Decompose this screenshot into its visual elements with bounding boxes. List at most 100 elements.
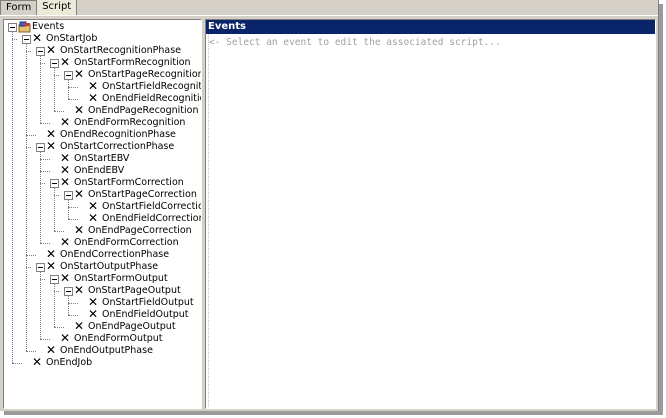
tree-item[interactable]: ✕ OnEndPageOutput [4, 319, 201, 333]
tree-item-label: OnStartRecognitionPhase [60, 45, 182, 56]
tree-item-label: OnStartFormOutput [74, 273, 168, 284]
tree-item[interactable]: ✕ OnEndEBV [4, 164, 201, 177]
collapse-toggle-icon[interactable] [50, 275, 59, 284]
tree-item[interactable]: ✕OnStartFieldRecognition [4, 80, 202, 93]
collapse-toggle-icon[interactable] [36, 47, 45, 56]
collapse-toggle-icon[interactable] [8, 23, 17, 32]
collapse-toggle-icon[interactable] [50, 59, 59, 68]
tree-item[interactable]: ✕ OnStartCorrectionPhase [4, 139, 201, 153]
event-x-icon: ✕ [46, 139, 57, 153]
event-x-icon: ✕ [46, 43, 57, 57]
collapse-toggle-icon[interactable] [64, 191, 73, 200]
event-x-icon: ✕ [60, 331, 71, 345]
event-x-icon: ✕ [60, 55, 71, 69]
tree-item[interactable]: ✕ OnEndFieldCorrection [4, 211, 202, 225]
event-tree-pane[interactable]: Events ✕ OnStartJob ✕ OnStartRecognitionPhas… [3, 19, 202, 409]
event-x-icon: ✕ [46, 259, 57, 273]
tree-item-label: OnEndFieldCorrection [102, 213, 202, 224]
tree-item[interactable]: ✕ OnStartJob [4, 31, 201, 45]
event-x-icon: ✕ [60, 175, 71, 189]
script-editor-window: Form Script Events ✕ OnStartJob ✕ OnStartRec… [0, 0, 659, 411]
tree-item-label: OnEndFormCorrection [74, 237, 179, 248]
tree-item-label: OnEndFormRecognition [74, 117, 186, 128]
script-pane-header: Events [206, 20, 655, 34]
tree-item[interactable]: ✕ OnEndJob [4, 355, 201, 369]
tree-item-label: OnStartPageOutput [88, 285, 181, 296]
tree-item-label: OnStartFieldCorrection [102, 201, 202, 212]
tree-item-label: OnEndFieldRecognition [102, 93, 202, 104]
tree-item-label: OnEndEBV [74, 165, 125, 176]
tree-item-label: OnStartPageCorrection [88, 189, 197, 200]
tree-item-label: OnEndPageRecognition [88, 105, 199, 116]
tree-item-label: OnEndPageCorrection [88, 225, 192, 236]
tree-item[interactable]: ✕ OnEndRecognitionPhase [4, 128, 201, 141]
tree-item[interactable]: ✕ OnStartFieldOutput [4, 296, 201, 309]
tab-strip: Form Script [0, 0, 78, 16]
tree-item[interactable]: ✕ OnEndFieldRecognition [4, 91, 202, 105]
tree-item[interactable]: ✕ OnStartPageOutput [4, 283, 201, 297]
pane-splitter[interactable] [202, 19, 204, 409]
tree-item[interactable]: ✕ OnStartOutputPhase [4, 259, 201, 273]
tree-item-label: OnStartPageRecognition [88, 69, 202, 80]
tree-item[interactable]: ✕ OnEndFormOutput [4, 331, 201, 345]
event-tree[interactable]: Events ✕ OnStartJob ✕ OnStartRecognitionPhas… [4, 20, 201, 408]
tree-item-label: OnEndFieldOutput [102, 309, 189, 320]
editor-placeholder: <- Select an event to edit the associate… [209, 37, 501, 48]
event-x-icon: ✕ [60, 271, 71, 285]
tree-item[interactable]: ✕ OnEndFieldOutput [4, 307, 201, 321]
events-folder-icon [18, 21, 32, 33]
tree-item-label: OnEndOutputPhase [60, 345, 153, 356]
tree-item-label: OnEndFormOutput [74, 333, 163, 344]
tree-item-label: OnEndJob [46, 357, 93, 368]
tree-item-label: OnStartOutputPhase [60, 261, 159, 272]
event-x-icon: ✕ [74, 283, 85, 297]
event-x-icon: ✕ [88, 211, 99, 225]
event-x-icon: ✕ [74, 319, 85, 333]
collapse-toggle-icon[interactable] [64, 287, 73, 296]
tree-item-label: OnStartFormCorrection [74, 177, 184, 188]
tab-content: Events ✕ OnStartJob ✕ OnStartRecognitionPhas… [0, 15, 658, 411]
tree-item[interactable]: ✕ OnEndCorrectionPhase [4, 248, 201, 261]
tree-item[interactable]: ✕ OnStartFormRecognition [4, 55, 201, 69]
collapse-toggle-icon[interactable] [64, 71, 73, 80]
event-x-icon: ✕ [88, 307, 99, 321]
event-x-icon: ✕ [60, 235, 71, 249]
tree-item[interactable]: ✕ OnEndPageRecognition [4, 103, 201, 117]
tree-item-label: OnEndRecognitionPhase [60, 129, 176, 140]
collapse-toggle-icon[interactable] [36, 263, 45, 272]
tree-item-label: OnEndPageOutput [88, 321, 176, 332]
event-x-icon: ✕ [74, 223, 85, 237]
event-x-icon: ✕ [46, 343, 57, 357]
event-x-icon: ✕ [88, 91, 99, 105]
script-pane: Events <- Select an event to edit the as… [205, 19, 656, 409]
event-x-icon: ✕ [74, 67, 85, 81]
tree-item-label: OnStartFieldRecognition [102, 81, 202, 92]
tree-item[interactable]: ✕ OnStartPageCorrection [4, 187, 201, 201]
script-editor[interactable]: <- Select an event to edit the associate… [206, 34, 655, 407]
collapse-toggle-icon[interactable] [50, 179, 59, 188]
collapse-toggle-icon[interactable] [36, 143, 45, 152]
tree-item[interactable]: ✕ OnStartFormOutput [4, 271, 201, 285]
editor-margin [206, 34, 209, 407]
tree-item[interactable]: ✕ OnStartFieldCorrection [4, 200, 202, 213]
tree-item-label: OnStartCorrectionPhase [60, 141, 175, 152]
tree-item-label: OnEndCorrectionPhase [60, 249, 170, 260]
tree-item[interactable]: ✕ OnEndFormCorrection [4, 235, 201, 249]
event-x-icon: ✕ [74, 187, 85, 201]
tree-item[interactable]: ✕ OnStartFormCorrection [4, 175, 201, 189]
tree-item-label: OnStartFormRecognition [74, 57, 191, 68]
tree-item[interactable]: ✕ OnStartPageRecognition [4, 67, 202, 81]
tree-item[interactable]: ✕ OnEndFormRecognition [4, 115, 201, 129]
event-x-icon: ✕ [60, 115, 71, 129]
tree-item-label: OnStartEBV [74, 153, 130, 164]
tree-item[interactable]: ✕ OnStartRecognitionPhase [4, 43, 201, 57]
tab-script[interactable]: Script [36, 0, 78, 16]
collapse-toggle-icon[interactable] [22, 35, 31, 44]
tab-form[interactable]: Form [0, 0, 38, 15]
tree-item[interactable]: ✕ OnEndPageCorrection [4, 223, 201, 237]
tree-item-label: OnStartFieldOutput [102, 297, 194, 308]
event-x-icon: ✕ [32, 31, 43, 45]
event-x-icon: ✕ [74, 103, 85, 117]
event-x-icon: ✕ [32, 355, 43, 369]
tree-item[interactable]: ✕ OnStartEBV [4, 152, 201, 165]
